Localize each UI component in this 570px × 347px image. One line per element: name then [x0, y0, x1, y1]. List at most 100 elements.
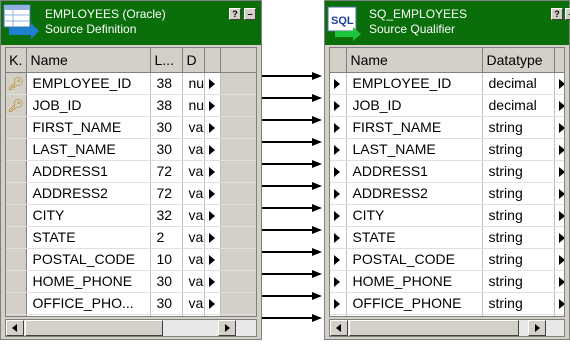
port-name[interactable]: FIRST_NAME — [26, 116, 151, 139]
scroll-thumb[interactable] — [25, 320, 163, 336]
source-port-row[interactable]: STATE 2 va — [6, 226, 256, 249]
input-port[interactable] — [330, 314, 347, 316]
scroll-right-button[interactable] — [218, 320, 236, 336]
output-port[interactable] — [204, 160, 221, 183]
qualifier-port-row[interactable]: HOME_PHONE string — [330, 270, 564, 293]
port-length[interactable]: 38 — [150, 94, 183, 117]
port-datatype[interactable]: string — [482, 138, 555, 161]
qualifier-port-row[interactable]: EMPLOYEE_ID decimal — [330, 72, 564, 95]
port-datatype[interactable]: va — [182, 116, 205, 139]
output-port[interactable] — [204, 270, 221, 293]
source-port-row[interactable]: HOME_PHONE 30 va — [6, 270, 256, 293]
port-datatype[interactable]: va — [182, 160, 205, 183]
port-name[interactable]: EMAIL — [346, 314, 483, 316]
output-port[interactable] — [204, 292, 221, 315]
output-port[interactable] — [204, 248, 221, 271]
output-port[interactable] — [554, 248, 564, 271]
source-definition-panel[interactable]: EMPLOYEES (Oracle) Source Definition ? –… — [0, 0, 262, 340]
port-length[interactable]: 30 — [150, 116, 183, 139]
port-datatype[interactable]: string — [482, 226, 555, 249]
column-header-datatype[interactable]: D — [182, 48, 205, 73]
source-ports-grid[interactable]: K. Name L... D 🔑︎ EMPLOYEE_ID 38 nu 🔑︎ JOB_ID… — [5, 47, 257, 317]
source-port-row[interactable]: EMAIL30va — [6, 314, 256, 316]
scroll-thumb[interactable] — [349, 320, 519, 336]
port-datatype[interactable]: va — [182, 248, 205, 271]
port-datatype[interactable]: va — [182, 138, 205, 161]
port-name[interactable]: EMPLOYEE_ID — [26, 72, 151, 95]
qualifier-port-row[interactable]: POSTAL_CODE string — [330, 248, 564, 271]
input-port[interactable] — [330, 204, 347, 227]
output-port[interactable] — [204, 138, 221, 161]
port-name[interactable]: ADDRESS1 — [26, 160, 151, 183]
scroll-right-button[interactable] — [528, 320, 546, 336]
port-name[interactable]: STATE — [346, 226, 483, 249]
qualifier-port-row[interactable]: CITY string — [330, 204, 564, 227]
port-datatype[interactable]: string — [482, 314, 555, 316]
port-name[interactable]: ADDRESS2 — [346, 182, 483, 205]
port-name[interactable]: STATE — [26, 226, 151, 249]
minimize-button[interactable]: – — [565, 8, 570, 20]
port-name[interactable]: EMAIL — [26, 314, 151, 316]
port-datatype[interactable]: string — [482, 204, 555, 227]
output-port[interactable] — [554, 116, 564, 139]
qualifier-port-row[interactable]: LAST_NAME string — [330, 138, 564, 161]
source-port-row[interactable]: 🔑︎ EMPLOYEE_ID 38 nu — [6, 72, 256, 95]
port-name[interactable]: LAST_NAME — [26, 138, 151, 161]
port-datatype[interactable]: decimal — [482, 72, 555, 95]
output-port[interactable] — [554, 160, 564, 183]
source-port-row[interactable]: CITY 32 va — [6, 204, 256, 227]
output-port[interactable] — [204, 94, 221, 117]
column-header-name[interactable]: Name — [346, 48, 483, 73]
output-port[interactable] — [204, 226, 221, 249]
port-name[interactable]: ADDRESS1 — [346, 160, 483, 183]
port-datatype[interactable]: string — [482, 292, 555, 315]
source-definition-titlebar[interactable]: EMPLOYEES (Oracle) Source Definition ? – — [1, 1, 261, 45]
output-port[interactable] — [554, 226, 564, 249]
port-datatype[interactable]: string — [482, 182, 555, 205]
qualifier-port-row[interactable]: JOB_ID decimal — [330, 94, 564, 117]
qualifier-port-row[interactable]: ADDRESS1 string — [330, 160, 564, 183]
scroll-left-button[interactable] — [330, 320, 348, 336]
output-port[interactable] — [204, 314, 221, 316]
qualifier-port-row[interactable]: STATE string — [330, 226, 564, 249]
port-length[interactable]: 30 — [150, 314, 183, 316]
port-datatype[interactable]: string — [482, 248, 555, 271]
input-port[interactable] — [330, 94, 347, 117]
port-length[interactable]: 38 — [150, 72, 183, 95]
port-datatype[interactable]: va — [182, 226, 205, 249]
output-port[interactable] — [204, 72, 221, 95]
output-port[interactable] — [204, 182, 221, 205]
qualifier-port-row[interactable]: FIRST_NAME string — [330, 116, 564, 139]
port-name[interactable]: POSTAL_CODE — [26, 248, 151, 271]
output-port[interactable] — [554, 72, 564, 95]
port-length[interactable]: 30 — [150, 138, 183, 161]
source-qualifier-titlebar[interactable]: SQL SQ_EMPLOYEES Source Qualifier ? – — [325, 1, 570, 45]
output-port[interactable] — [554, 94, 564, 117]
port-datatype[interactable]: string — [482, 160, 555, 183]
port-datatype[interactable]: string — [482, 116, 555, 139]
output-port[interactable] — [554, 270, 564, 293]
output-port[interactable] — [554, 292, 564, 315]
port-name[interactable]: EMPLOYEE_ID — [346, 72, 483, 95]
input-port[interactable] — [330, 116, 347, 139]
port-name[interactable]: POSTAL_CODE — [346, 248, 483, 271]
output-port[interactable] — [204, 204, 221, 227]
port-datatype[interactable]: nu — [182, 94, 205, 117]
input-port[interactable] — [330, 248, 347, 271]
port-datatype[interactable]: string — [482, 270, 555, 293]
input-port[interactable] — [330, 292, 347, 315]
source-port-row[interactable]: LAST_NAME 30 va — [6, 138, 256, 161]
column-header-datatype[interactable]: Datatype — [482, 48, 555, 73]
port-length[interactable]: 72 — [150, 160, 183, 183]
output-port[interactable] — [204, 116, 221, 139]
port-length[interactable]: 2 — [150, 226, 183, 249]
source-port-row[interactable]: ADDRESS1 72 va — [6, 160, 256, 183]
minimize-button[interactable]: – — [244, 8, 256, 20]
port-name[interactable]: OFFICE_PHONE — [346, 292, 483, 315]
source-port-row[interactable]: OFFICE_PHO... 30 va — [6, 292, 256, 315]
input-port[interactable] — [330, 160, 347, 183]
port-name[interactable]: HOME_PHONE — [26, 270, 151, 293]
output-port[interactable] — [554, 138, 564, 161]
port-name[interactable]: FIRST_NAME — [346, 116, 483, 139]
scroll-left-button[interactable] — [6, 320, 24, 336]
